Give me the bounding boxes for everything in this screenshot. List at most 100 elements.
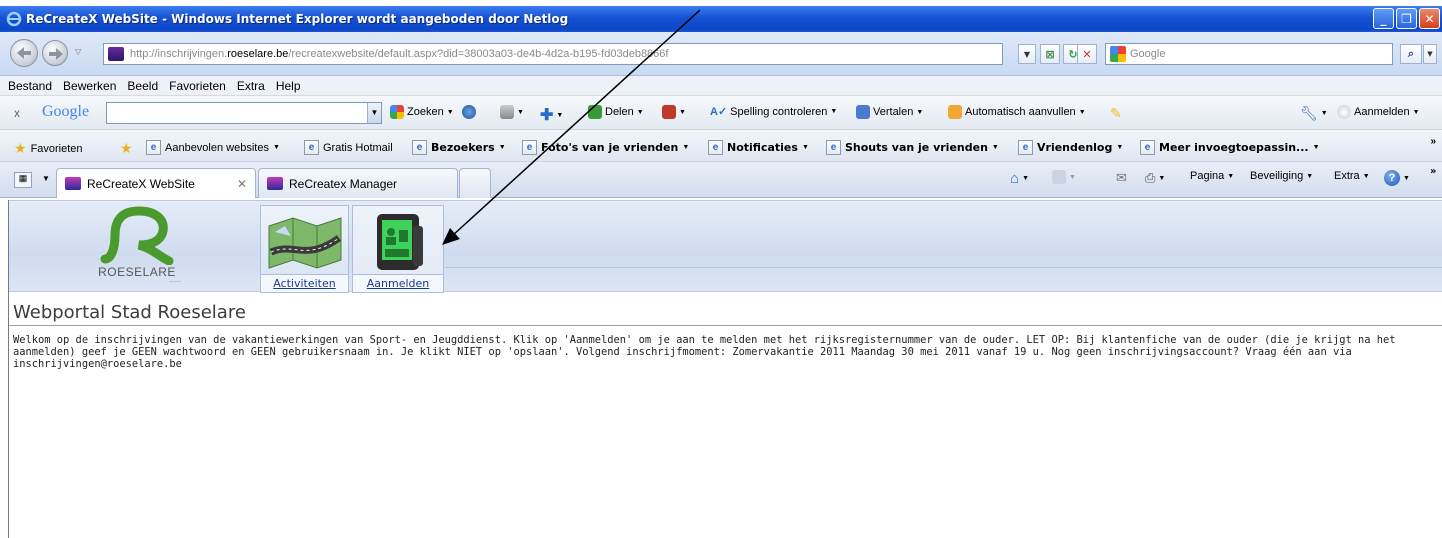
fav-label: Vriendenlog bbox=[1037, 141, 1113, 154]
favorites-label: Favorieten bbox=[30, 142, 83, 155]
mail-icon: ✉ bbox=[1116, 170, 1127, 185]
page-content: ROESELARE ——— Activiteiten Aanmelden Web… bbox=[8, 200, 1442, 538]
fav-label: Bezoekers bbox=[431, 141, 495, 154]
popup-blocker-icon[interactable]: ▼ bbox=[662, 105, 686, 119]
help-icon: ? bbox=[1384, 170, 1400, 186]
page-title: Webportal Stad Roeselare bbox=[13, 302, 246, 323]
close-window-button[interactable]: ✕ bbox=[1419, 8, 1440, 29]
print-button[interactable]: ⎙ ▼ bbox=[1145, 170, 1165, 186]
signin-button[interactable]: Aanmelden ▼ bbox=[1337, 105, 1420, 119]
tab-recreatex-website[interactable]: ReCreateX WebSite ✕ bbox=[56, 168, 256, 198]
fav-item-shouts[interactable]: e Shouts van je vrienden ▼ bbox=[826, 140, 999, 155]
nav-aanmelden-label[interactable]: Aanmelden bbox=[353, 274, 443, 292]
new-tab-button[interactable] bbox=[459, 168, 491, 198]
globe-icon[interactable] bbox=[462, 105, 476, 119]
favorites-button[interactable]: ★ Favorieten bbox=[14, 140, 83, 157]
logo-text: ROESELARE bbox=[98, 265, 176, 279]
search-field[interactable]: Google bbox=[1105, 43, 1393, 65]
search-options-icon[interactable]: ▼ bbox=[1423, 44, 1437, 64]
menu-bewerken[interactable]: Bewerken bbox=[63, 79, 116, 93]
tab-label: ReCreateX WebSite bbox=[87, 176, 195, 191]
share-label: Delen bbox=[605, 106, 634, 118]
settings-wrench-icon[interactable]: 🔧︎ ▼ bbox=[1300, 105, 1328, 122]
search-magnifier-icon[interactable]: ⌕ bbox=[1400, 44, 1422, 64]
nav-activiteiten-label[interactable]: Activiteiten bbox=[261, 274, 348, 292]
roeselare-logo[interactable]: ROESELARE ——— bbox=[93, 205, 181, 287]
nav-aanmelden[interactable]: Aanmelden bbox=[352, 205, 444, 293]
page-menu-label: Pagina bbox=[1190, 170, 1225, 182]
security-menu[interactable]: Beveiliging ▼ bbox=[1250, 170, 1313, 182]
translate-label: Vertalen bbox=[873, 106, 914, 118]
google-logo: Google bbox=[42, 103, 89, 121]
maximize-button[interactable]: ❐ bbox=[1396, 8, 1417, 29]
help-button[interactable]: ? ▼ bbox=[1384, 170, 1410, 186]
page-menu[interactable]: Pagina ▼ bbox=[1190, 170, 1234, 182]
chevron-more-icon[interactable]: » bbox=[1430, 166, 1436, 177]
autofill-pencil-icon bbox=[948, 105, 962, 119]
site-favicon bbox=[108, 47, 124, 61]
chevron-more-icon[interactable]: » bbox=[1430, 136, 1436, 147]
forward-button[interactable] bbox=[42, 40, 68, 66]
add-favorite-icon[interactable]: ★ bbox=[120, 140, 133, 157]
compatibility-view-icon[interactable]: ⊠ bbox=[1040, 44, 1060, 64]
add-button-icon[interactable]: ✚ ▼ bbox=[540, 105, 563, 125]
google-search-button[interactable]: Zoeken ▼ bbox=[390, 105, 454, 119]
share-icon bbox=[588, 105, 602, 119]
fav-item-aanbevolen[interactable]: e Aanbevolen websites ▼ bbox=[146, 140, 280, 155]
site-favicon bbox=[267, 177, 283, 190]
search-placeholder: Google bbox=[1130, 48, 1166, 60]
history-dropdown-icon[interactable]: ▽ bbox=[75, 47, 81, 56]
ie-page-icon: e bbox=[708, 140, 723, 155]
fav-item-meer[interactable]: e Meer invoegtoepassin... ▼ bbox=[1140, 140, 1320, 155]
autofill-button[interactable]: Automatisch aanvullen ▼ bbox=[948, 105, 1086, 119]
spelling-button[interactable]: A✓ Spelling controleren ▼ bbox=[710, 105, 837, 119]
user-icon bbox=[1337, 105, 1351, 119]
menu-help[interactable]: Help bbox=[276, 79, 301, 93]
logo-tagline: ——— bbox=[169, 279, 181, 284]
fav-item-bezoekers[interactable]: e Bezoekers ▼ bbox=[412, 140, 506, 155]
fav-item-notificaties[interactable]: e Notificaties ▼ bbox=[708, 140, 809, 155]
close-tab-icon[interactable]: ✕ bbox=[237, 177, 247, 191]
fav-label: Notificaties bbox=[727, 141, 798, 154]
fav-item-vriendenlog[interactable]: e Vriendenlog ▼ bbox=[1018, 140, 1123, 155]
translate-button[interactable]: Vertalen ▼ bbox=[856, 105, 923, 119]
share-button[interactable]: Delen ▼ bbox=[588, 105, 644, 119]
site-favicon bbox=[65, 177, 81, 190]
quick-tabs-icon[interactable]: ▦ bbox=[14, 172, 32, 188]
home-button[interactable]: ⌂ ▼ bbox=[1010, 170, 1029, 187]
ie-page-icon: e bbox=[412, 140, 427, 155]
tab-list-dropdown-icon[interactable]: ▼ bbox=[42, 174, 50, 183]
spellcheck-icon: A✓ bbox=[710, 106, 728, 118]
fav-label: Foto's van je vrienden bbox=[541, 141, 679, 154]
extra-menu[interactable]: Extra ▼ bbox=[1334, 170, 1370, 182]
minimize-button[interactable]: _ bbox=[1373, 8, 1394, 29]
bookmark-icon[interactable]: ▼ bbox=[500, 105, 524, 119]
close-toolbar-icon[interactable]: x bbox=[14, 106, 20, 120]
menu-extra[interactable]: Extra bbox=[237, 79, 265, 93]
window-title-bar: ReCreateX WebSite - Windows Internet Exp… bbox=[0, 6, 1442, 32]
tab-recreatex-manager[interactable]: ReCreatex Manager bbox=[258, 168, 458, 198]
google-search-dropdown-icon[interactable]: ▼ bbox=[367, 103, 381, 123]
fav-label: Gratis Hotmail bbox=[323, 141, 393, 154]
address-field[interactable]: http://inschrijvingen. roeselare.be/recre… bbox=[103, 43, 1003, 65]
extra-menu-label: Extra bbox=[1334, 170, 1360, 182]
fav-item-hotmail[interactable]: e Gratis Hotmail bbox=[304, 140, 393, 155]
google-logo-text: Google bbox=[42, 103, 90, 120]
google-search-input[interactable]: ▼ bbox=[106, 102, 382, 124]
address-dropdown-icon[interactable]: ▼ bbox=[1018, 44, 1036, 64]
address-bar-row: ▽ http://inschrijvingen. roeselare.be/rec… bbox=[0, 32, 1442, 76]
nav-activiteiten[interactable]: Activiteiten bbox=[260, 205, 349, 293]
back-button[interactable] bbox=[10, 39, 38, 67]
menu-beeld[interactable]: Beeld bbox=[127, 79, 158, 93]
menu-bestand[interactable]: Bestand bbox=[8, 79, 52, 93]
highlighter-icon[interactable]: ✎ bbox=[1110, 105, 1122, 122]
menu-favorieten[interactable]: Favorieten bbox=[169, 79, 226, 93]
stop-icon[interactable]: ✕ bbox=[1077, 44, 1097, 64]
ie-page-icon: e bbox=[1018, 140, 1033, 155]
ie-page-icon: e bbox=[826, 140, 841, 155]
title-divider bbox=[9, 325, 1442, 326]
mail-button[interactable]: ✉ bbox=[1116, 170, 1127, 186]
spelling-label: Spelling controleren bbox=[730, 105, 828, 118]
fav-item-fotos[interactable]: e Foto's van je vrienden ▼ bbox=[522, 140, 689, 155]
feeds-button[interactable]: ▼ bbox=[1052, 170, 1076, 184]
